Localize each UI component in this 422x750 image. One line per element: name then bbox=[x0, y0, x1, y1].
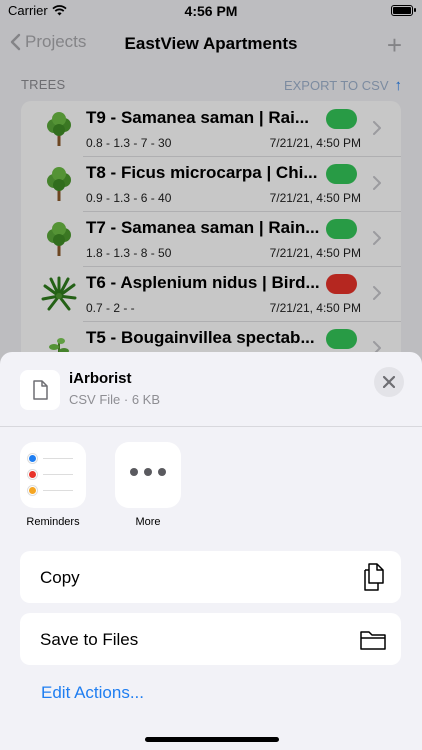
close-icon bbox=[383, 376, 395, 388]
edit-actions-link[interactable]: Edit Actions... bbox=[41, 683, 144, 703]
reminders-label: Reminders bbox=[26, 516, 80, 528]
close-button[interactable] bbox=[374, 367, 404, 397]
file-info: CSV File · 6 KB bbox=[69, 392, 161, 407]
copy-action[interactable]: Copy bbox=[20, 551, 401, 603]
share-sheet: iArborist CSV File · 6 KB Reminders More… bbox=[0, 352, 422, 750]
save-to-files-action[interactable]: Save to Files bbox=[20, 613, 401, 665]
more-app-button[interactable]: More bbox=[115, 442, 181, 528]
copy-label: Copy bbox=[40, 568, 80, 587]
copy-icon bbox=[364, 563, 384, 591]
document-icon bbox=[20, 370, 60, 410]
reminders-icon bbox=[20, 442, 86, 508]
more-icon bbox=[115, 442, 181, 508]
divider bbox=[0, 426, 422, 427]
home-indicator bbox=[145, 737, 279, 742]
more-label: More bbox=[135, 516, 161, 528]
file-name: iArborist bbox=[69, 370, 132, 387]
save-to-files-label: Save to Files bbox=[40, 630, 139, 649]
folder-icon bbox=[360, 631, 386, 650]
reminders-app-button[interactable]: Reminders bbox=[20, 442, 86, 528]
